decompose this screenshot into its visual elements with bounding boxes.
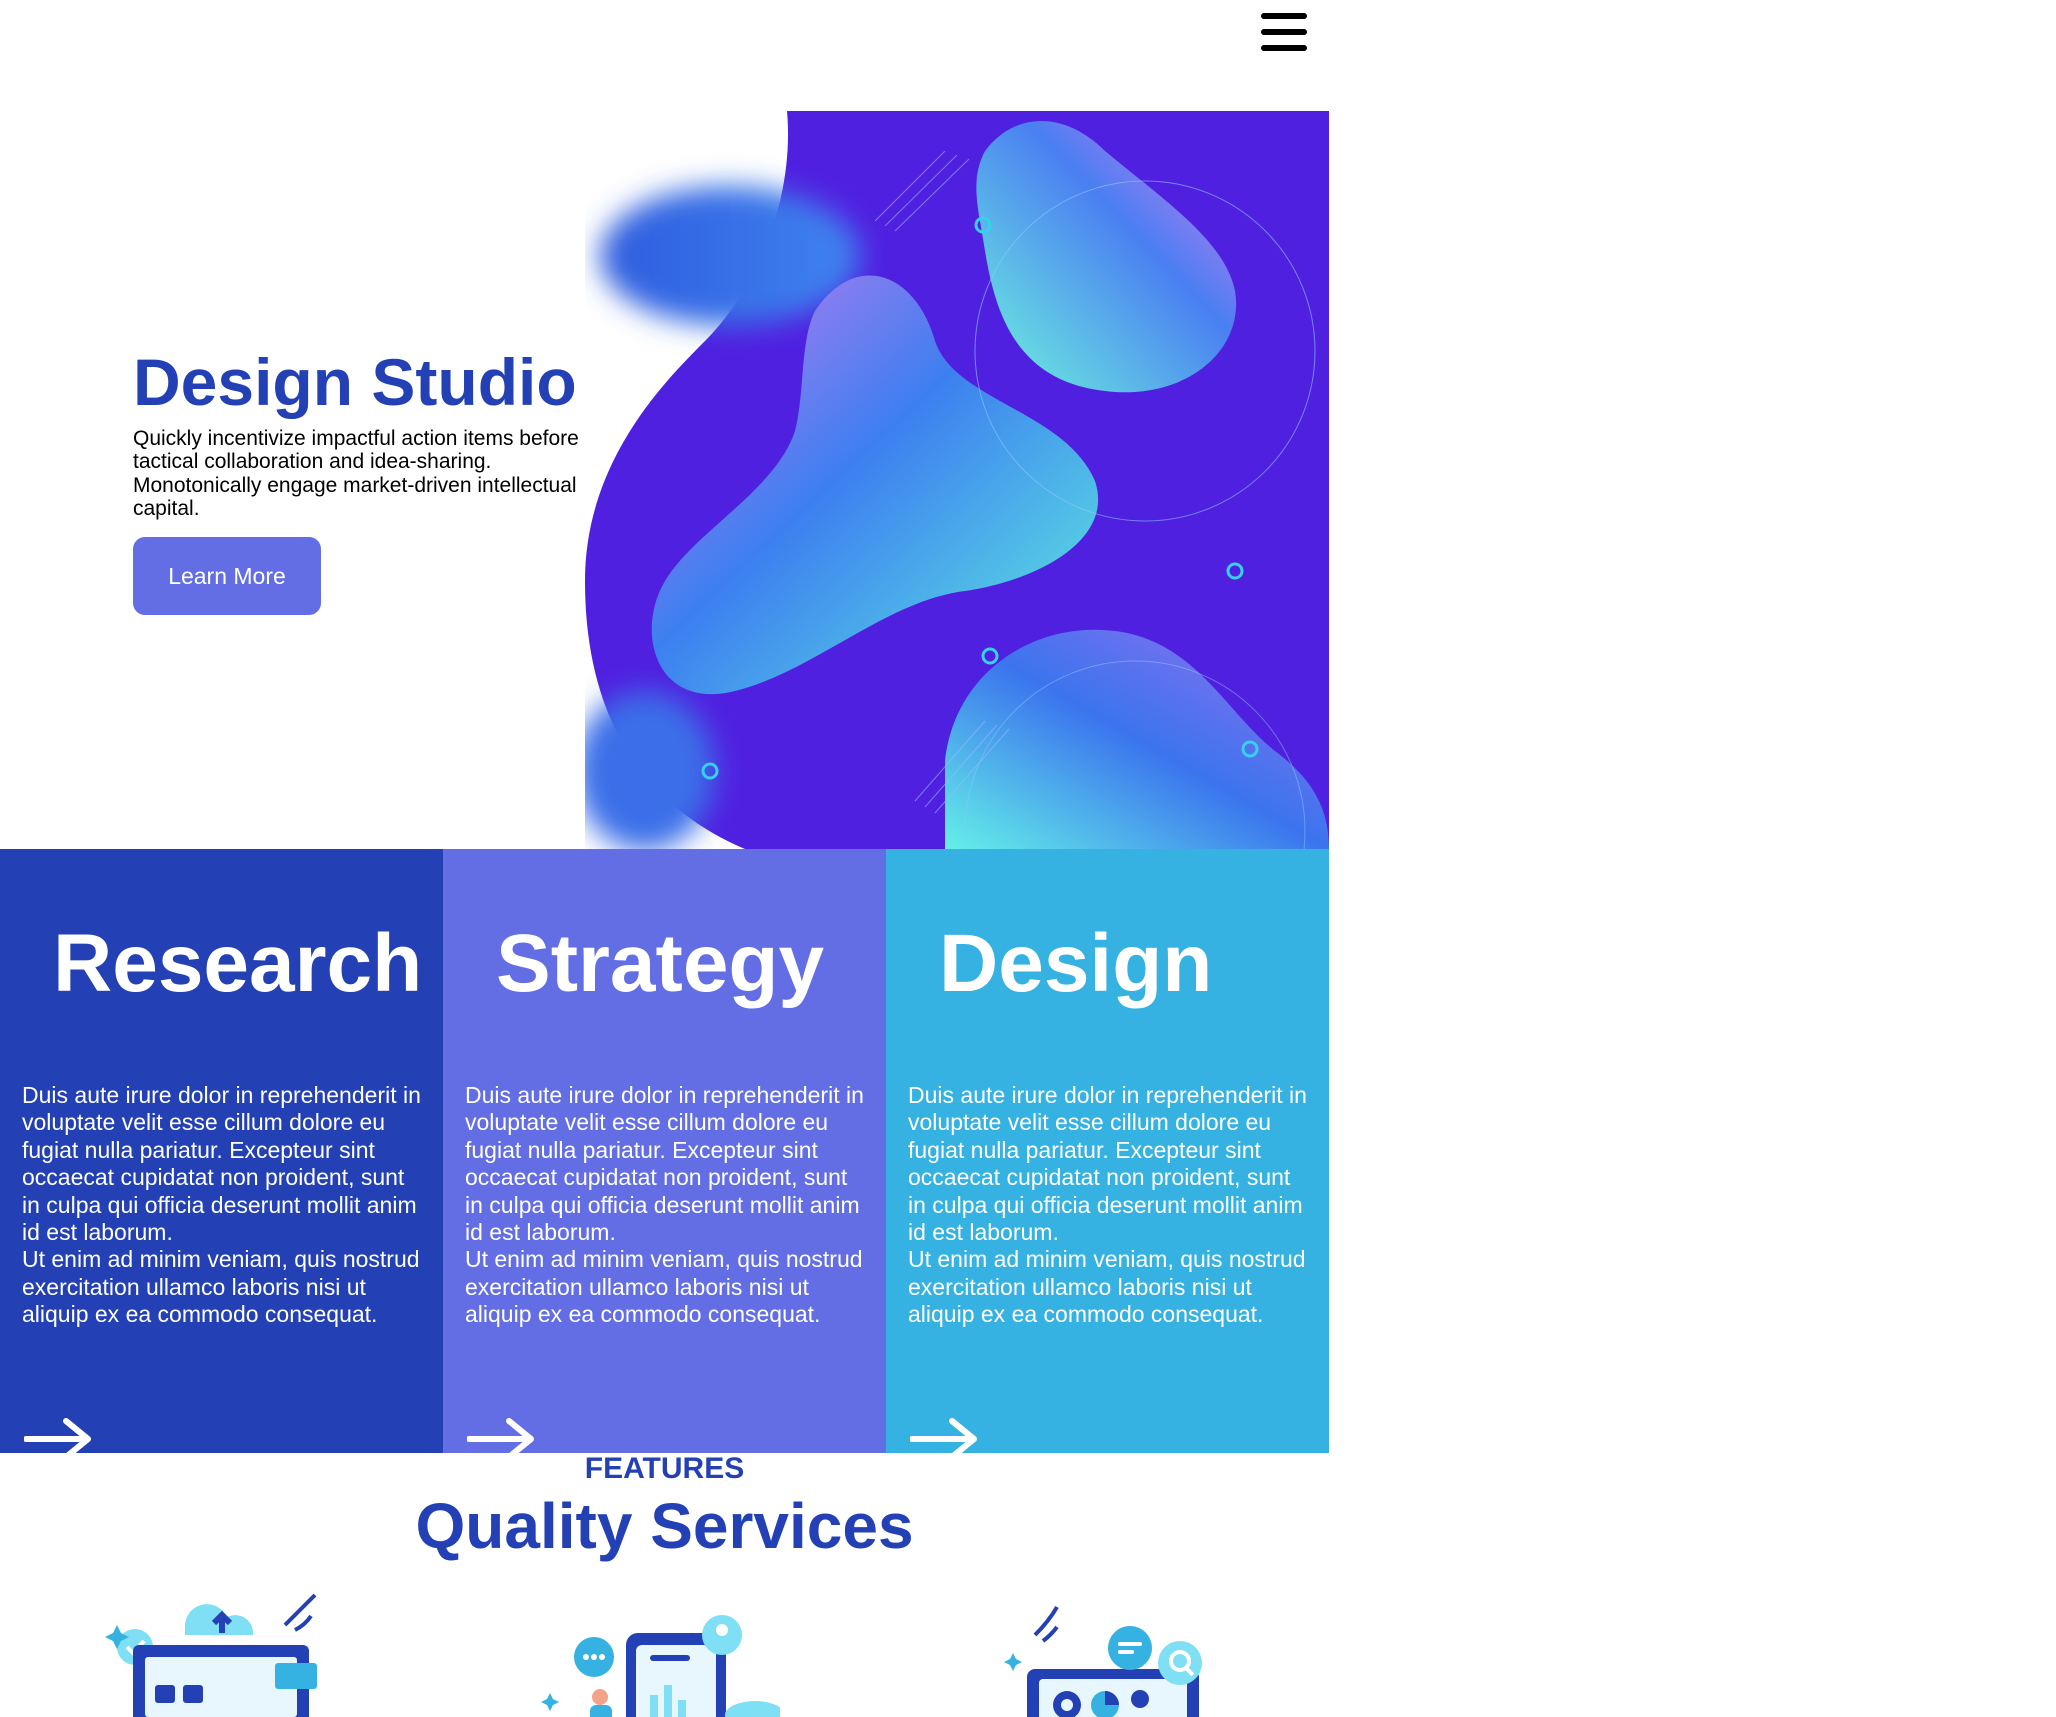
arrow-right-icon[interactable] <box>24 1417 94 1453</box>
cloud-upload-dashboard-illustration <box>105 1593 317 1717</box>
search-analytics-monitor-illustration <box>1004 1606 1202 1717</box>
card-paragraph: Duis aute irure dolor in reprehenderit i… <box>465 1082 864 1246</box>
features-label: FEATURES <box>584 1452 745 1485</box>
card-text: Duis aute irure dolor in reprehenderit i… <box>908 1082 1313 1329</box>
card-title: Design <box>939 918 1213 1009</box>
hamburger-menu-icon[interactable] <box>1261 11 1311 55</box>
card-paragraph: Duis aute irure dolor in reprehenderit i… <box>908 1082 1307 1246</box>
card-title: Research <box>53 918 423 1009</box>
card-paragraph: Ut enim ad minim veniam, quis nostrud ex… <box>465 1246 863 1328</box>
card-design: Design Duis aute irure dolor in reprehen… <box>886 849 1329 1453</box>
card-paragraph: Ut enim ad minim veniam, quis nostrud ex… <box>22 1246 420 1328</box>
arrow-right-icon[interactable] <box>467 1417 537 1453</box>
features-title: Quality Services <box>415 1490 914 1562</box>
card-text: Duis aute irure dolor in reprehenderit i… <box>465 1082 870 1329</box>
arrow-right-icon[interactable] <box>910 1417 980 1453</box>
service-cards: Research Duis aute irure dolor in repreh… <box>0 849 1329 1453</box>
card-text: Duis aute irure dolor in reprehenderit i… <box>22 1082 427 1329</box>
card-research: Research Duis aute irure dolor in repreh… <box>0 849 443 1453</box>
hero-title: Design Studio <box>133 345 577 419</box>
card-strategy: Strategy Duis aute irure dolor in repreh… <box>443 849 886 1453</box>
card-title: Strategy <box>496 918 825 1009</box>
card-paragraph: Ut enim ad minim veniam, quis nostrud ex… <box>908 1246 1306 1328</box>
card-paragraph: Duis aute irure dolor in reprehenderit i… <box>22 1082 421 1246</box>
fluid-abstract-blob-illustration <box>585 111 1329 849</box>
learn-more-button[interactable]: Learn More <box>133 537 321 615</box>
mobile-chat-analytics-illustration <box>541 1615 780 1717</box>
hero-description: Quickly incentivize impactful action ite… <box>133 426 579 521</box>
